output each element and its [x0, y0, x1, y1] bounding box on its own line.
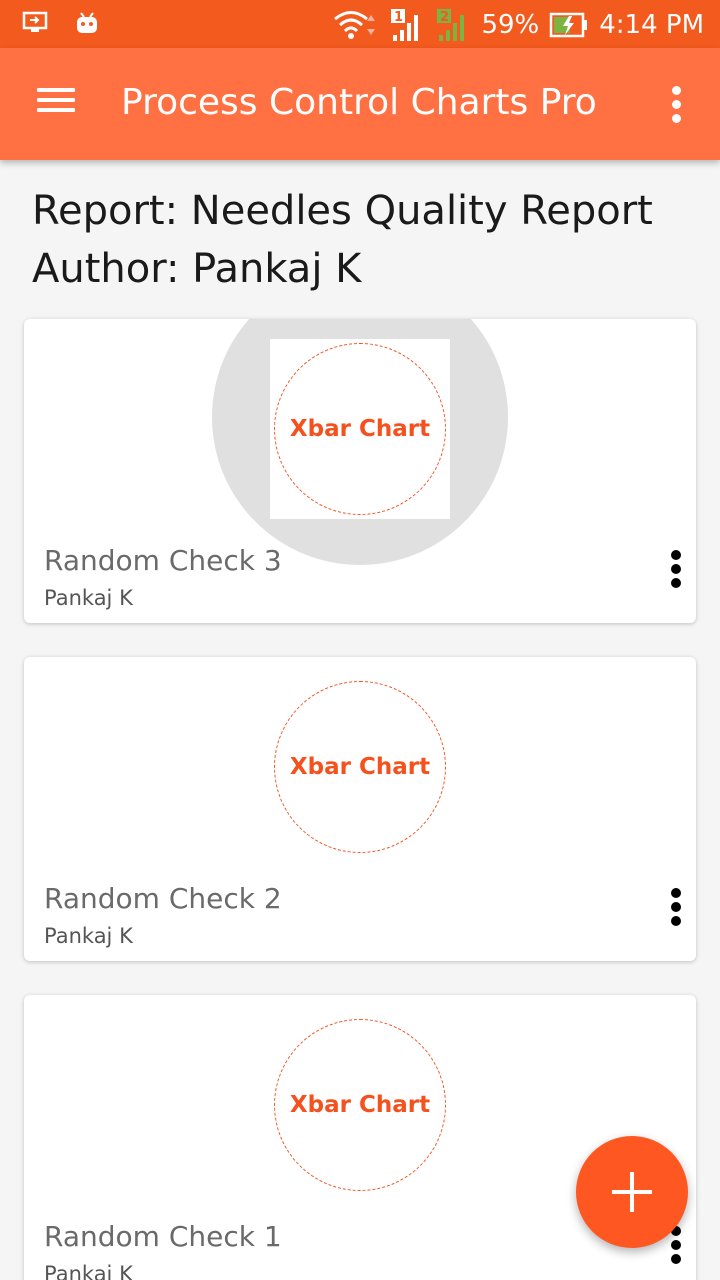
- chart-card[interactable]: Xbar Chart Random Check 3 Pankaj K: [24, 319, 696, 623]
- screen-cast-icon: [22, 11, 48, 32]
- chart-thumbnail: Xbar Chart: [270, 1015, 450, 1195]
- card-title: Random Check 1: [44, 1220, 282, 1253]
- thumbnail-label: Xbar Chart: [289, 416, 431, 442]
- chart-card[interactable]: Xbar Chart Random Check 2 Pankaj K: [24, 657, 696, 961]
- svg-text:2: 2: [440, 10, 449, 25]
- thumbnail-circle: Xbar Chart: [274, 343, 446, 515]
- signal-sim2-icon: 2: [437, 9, 465, 41]
- card-more-icon[interactable]: [664, 883, 688, 931]
- clock: 4:14 PM: [599, 10, 704, 40]
- wifi-icon: [334, 11, 376, 39]
- card-author: Pankaj K: [44, 586, 133, 610]
- thumbnail-label: Xbar Chart: [289, 1092, 431, 1118]
- more-vert-icon[interactable]: [656, 82, 696, 126]
- card-author: Pankaj K: [44, 1262, 133, 1280]
- thumbnail-circle: Xbar Chart: [274, 1019, 446, 1191]
- card-author: Pankaj K: [44, 924, 133, 948]
- add-chart-button[interactable]: [576, 1136, 688, 1248]
- card-title: Random Check 3: [44, 544, 282, 577]
- signal-sim1-icon: 1: [391, 9, 419, 41]
- report-author: Author: Pankaj K: [32, 246, 362, 292]
- svg-text:1: 1: [394, 10, 403, 25]
- app-bar: Process Control Charts Pro: [0, 48, 720, 160]
- report-header: Report: Needles Quality Report Author: P…: [32, 182, 653, 298]
- chart-thumbnail: Xbar Chart: [270, 677, 450, 857]
- menu-icon[interactable]: [30, 82, 82, 126]
- card-title: Random Check 2: [44, 882, 282, 915]
- card-more-icon[interactable]: [664, 545, 688, 593]
- thumbnail-label: Xbar Chart: [289, 754, 431, 780]
- status-bar: 1 2 59% 4:14 PM: [0, 0, 720, 48]
- chart-thumbnail: Xbar Chart: [270, 339, 450, 519]
- thumbnail-circle: Xbar Chart: [274, 681, 446, 853]
- android-icon: [77, 12, 97, 33]
- battery-charging-icon: [549, 12, 588, 38]
- battery-percent: 59%: [481, 10, 540, 40]
- app-title: Process Control Charts Pro: [121, 82, 597, 123]
- report-name: Report: Needles Quality Report: [32, 188, 653, 234]
- chart-card[interactable]: Xbar Chart Random Check 1 Pankaj K: [24, 995, 696, 1280]
